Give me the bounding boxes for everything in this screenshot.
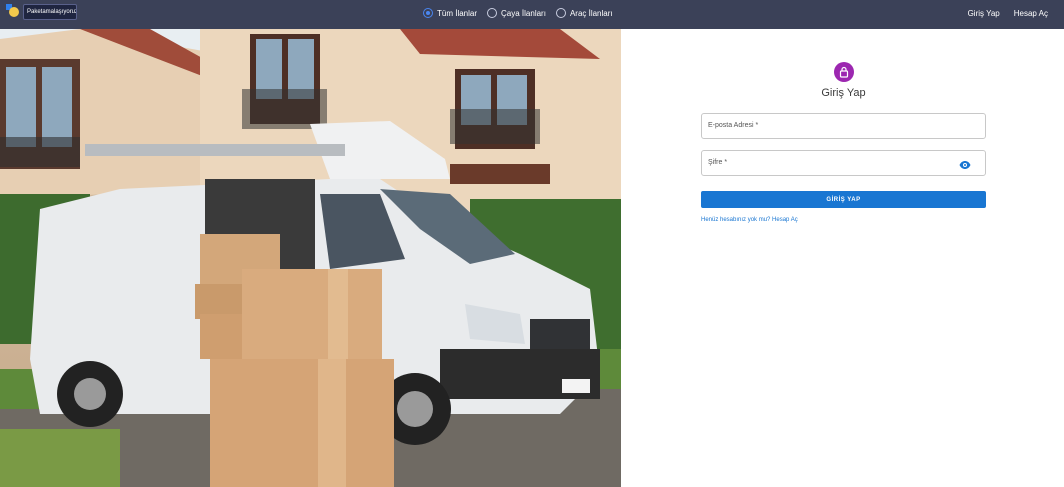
radio-unchecked-icon[interactable] — [487, 8, 498, 18]
hero-image — [0, 29, 621, 487]
password-input[interactable] — [702, 151, 985, 175]
logo[interactable]: Paketamalaşıyoruz. — [6, 4, 77, 20]
filter-load-listings-label: Çaya İlanları — [501, 8, 546, 18]
lock-icon — [834, 62, 854, 82]
radio-unchecked-icon[interactable] — [555, 8, 566, 18]
logo-icon — [6, 4, 20, 18]
van-delivery-illustration — [0, 29, 621, 487]
eye-icon[interactable] — [959, 158, 971, 170]
email-field[interactable]: E-posta Adresi * — [701, 113, 986, 139]
listing-filter-group: Tüm İlanlar Çaya İlanları Araç İlanları — [423, 8, 613, 18]
filter-load-listings[interactable]: Çaya İlanları — [487, 8, 546, 18]
nav-login-link[interactable]: Giriş Yap — [968, 9, 1000, 18]
login-panel: Giriş Yap E-posta Adresi * Şifre * GİRİŞ… — [621, 29, 1064, 487]
filter-all-listings-label: Tüm İlanlar — [437, 8, 478, 18]
filter-vehicle-listings[interactable]: Araç İlanları — [555, 8, 613, 18]
header-nav: Giriş Yap Hesap Aç — [968, 9, 1048, 18]
login-title: Giriş Yap — [821, 87, 866, 99]
register-link[interactable]: Henüz hesabınız yok mu? Hesap Aç — [701, 217, 798, 223]
login-submit-button[interactable]: GİRİŞ YAP — [701, 191, 986, 208]
filter-vehicle-listings-label: Araç İlanları — [569, 8, 613, 18]
nav-register-link[interactable]: Hesap Aç — [1014, 9, 1048, 18]
email-input[interactable] — [702, 114, 985, 138]
logo-wordmark: Paketamalaşıyoruz. — [23, 4, 77, 20]
top-navigation-bar: Paketamalaşıyoruz. Tüm İlanlar Çaya İlan… — [0, 0, 1064, 29]
radio-checked-icon[interactable] — [423, 8, 433, 18]
filter-all-listings[interactable]: Tüm İlanlar — [423, 8, 477, 18]
password-field[interactable]: Şifre * — [701, 150, 986, 176]
